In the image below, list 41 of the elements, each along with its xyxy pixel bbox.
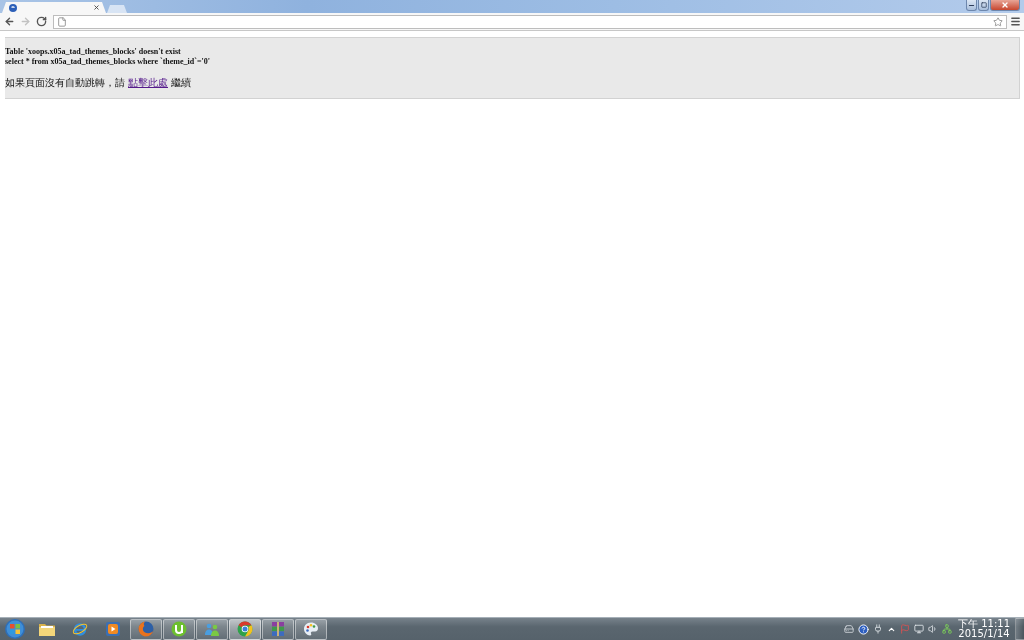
close-tab-icon[interactable] bbox=[93, 4, 100, 11]
chrome-icon bbox=[237, 621, 253, 637]
taskbar-app-button[interactable] bbox=[196, 618, 228, 640]
sql-query: select * from x05a_tad_themes_blocks where `theme_id`='0' bbox=[5, 57, 210, 67]
taskbar-app-button[interactable] bbox=[163, 618, 195, 640]
back-arrow-icon bbox=[3, 16, 15, 27]
bookmark-star-icon[interactable] bbox=[993, 16, 1003, 27]
speaker-icon[interactable] bbox=[928, 624, 938, 634]
books-stack-icon bbox=[270, 621, 286, 637]
folder-icon bbox=[39, 621, 55, 637]
maximize-icon bbox=[980, 2, 987, 8]
palette-icon bbox=[303, 621, 319, 637]
show-desktop-button[interactable] bbox=[1015, 618, 1024, 640]
media-player-icon bbox=[105, 621, 121, 637]
taskbar-app-button[interactable] bbox=[295, 618, 327, 640]
help-icon[interactable] bbox=[858, 623, 869, 635]
close-button[interactable] bbox=[990, 0, 1020, 11]
taskbar-app-button[interactable] bbox=[130, 618, 162, 640]
error-message: Table 'xoops.x05a_tad_themes_blocks' doesn't exist bbox=[5, 47, 181, 57]
drive-icon[interactable] bbox=[844, 624, 854, 634]
reload-button[interactable] bbox=[34, 14, 48, 29]
monitor-icon[interactable] bbox=[914, 624, 924, 634]
torrent-icon bbox=[171, 621, 187, 637]
people-icon bbox=[204, 621, 220, 637]
reload-icon bbox=[35, 16, 47, 27]
taskbar-app-button[interactable] bbox=[229, 618, 261, 640]
windows-orb-icon bbox=[5, 619, 25, 639]
fox-globe-icon bbox=[138, 621, 154, 637]
page-icon bbox=[57, 16, 67, 27]
menu-icon bbox=[1009, 16, 1021, 27]
clock-button[interactable]: 下午 11:11 2015/1/14 bbox=[956, 618, 1012, 640]
plug-icon[interactable] bbox=[873, 624, 883, 634]
close-icon bbox=[1001, 1, 1009, 9]
minimize-button[interactable] bbox=[966, 0, 977, 11]
taskbar-app-button[interactable] bbox=[262, 618, 294, 640]
browser-globe-icon bbox=[72, 621, 88, 637]
browser-tab[interactable] bbox=[2, 2, 106, 13]
forward-arrow-icon bbox=[19, 16, 31, 27]
redirect-notice: 如果頁面沒有自動跳轉，請 點擊此處 繼續 bbox=[5, 77, 191, 89]
redirect-link[interactable]: 點擊此處 bbox=[128, 77, 168, 88]
network-icon[interactable] bbox=[942, 624, 952, 634]
